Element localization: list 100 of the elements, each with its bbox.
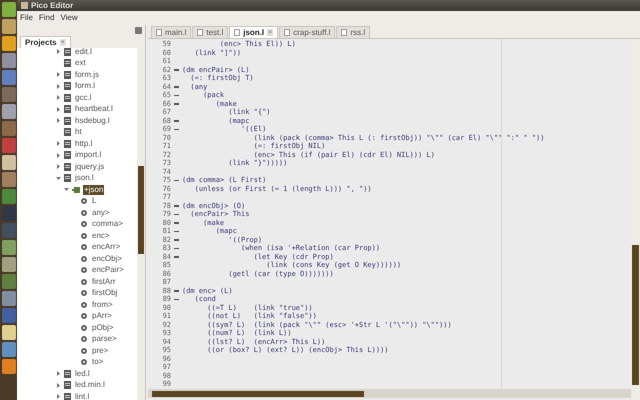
app-launcher-icon[interactable] [2,155,16,170]
tree-item[interactable]: ht [74,127,83,138]
document-icon [64,94,71,102]
tree-item[interactable]: pre> [91,346,110,356]
document-icon [64,151,71,160]
tree-item[interactable]: encArr> [91,242,122,252]
scrollbar-thumb[interactable] [152,390,364,396]
document-icon [64,162,71,171]
tree-item[interactable]: from> [91,300,114,310]
tree-item[interactable]: http.l [74,138,94,149]
tree-item[interactable]: form.js [74,70,100,80]
editor-tab[interactable]: rss.l [336,26,370,38]
tree-item[interactable]: led.l [74,368,91,379]
app-launcher-icon[interactable] [2,104,16,119]
app-launcher-icon[interactable] [2,257,16,272]
tree-item[interactable]: import.l [74,150,102,160]
collapsed-arrow-icon[interactable] [56,382,60,388]
app-launcher-icon[interactable] [2,342,16,357]
expanded-arrow-icon[interactable] [64,187,68,192]
document-icon [64,140,71,148]
app-launcher-icon[interactable] [2,359,16,374]
collapsed-arrow-icon[interactable] [56,394,60,400]
tree-item[interactable]: heartbeat.l [74,104,114,114]
fold-marker-icon[interactable] [174,214,179,215]
scrollbar-thumb[interactable] [138,166,144,254]
fold-marker-icon[interactable] [174,298,179,300]
tree-item[interactable]: jquery.js [74,162,106,172]
app-launcher-icon[interactable] [2,240,16,255]
fold-marker-icon[interactable] [174,69,179,70]
document-icon [64,174,71,182]
tree-item[interactable]: encPair> [91,265,125,276]
tree-item[interactable]: comma> [91,219,124,230]
collapsed-arrow-icon[interactable] [56,141,60,146]
menu-item[interactable]: File [20,13,33,23]
fold-marker-icon[interactable] [174,205,179,206]
tab-label: json.l [243,28,264,38]
collapsed-arrow-icon[interactable] [56,118,60,124]
app-launcher-icon[interactable] [2,325,16,340]
collapsed-arrow-icon[interactable] [56,95,60,100]
tree-item[interactable]: pObj> [91,322,115,333]
fold-marker-icon[interactable] [174,103,179,104]
fold-marker-icon[interactable] [174,120,179,122]
document-icon [64,59,71,68]
collapsed-arrow-icon[interactable] [56,106,60,112]
app-launcher-icon[interactable] [2,53,16,68]
collapsed-arrow-icon[interactable] [56,72,60,78]
tree-item[interactable]: firstArr [91,276,117,287]
fold-marker-icon[interactable] [174,222,179,224]
tree-item[interactable]: +json [83,184,104,195]
editor-tab[interactable]: main.l [151,26,192,38]
tree-item[interactable]: gcc.l [74,92,92,103]
menu-item[interactable]: View [60,13,78,23]
document-icon [341,29,348,36]
tree-item[interactable]: enc> [91,230,111,241]
fold-marker-icon[interactable] [174,239,179,240]
app-launcher-icon[interactable] [2,36,16,51]
editor-tab[interactable]: test.l [192,26,228,38]
scrollbar-thumb[interactable] [632,245,639,385]
app-launcher-icon[interactable] [2,19,16,34]
tree-item[interactable]: pArr> [91,311,113,322]
document-icon [156,29,162,36]
fold-marker-icon[interactable] [174,180,179,181]
expanded-arrow-icon[interactable] [56,176,60,181]
document-icon [64,70,71,79]
tree-item[interactable]: hsdebug.l [74,116,111,126]
tree-item[interactable]: parse> [91,334,118,344]
tab-label: main.l [165,28,186,38]
fold-marker-icon[interactable] [174,290,179,292]
tree-item[interactable]: json.l [74,173,95,184]
fold-marker-icon[interactable] [174,86,179,88]
fold-marker-icon[interactable] [174,256,179,258]
fold-marker-icon[interactable] [174,230,179,232]
document-icon [234,29,240,36]
tab-label: test.l [206,28,224,38]
app-launcher-icon[interactable] [2,291,16,306]
tree-item[interactable]: led.min.l [74,380,106,390]
app-launcher-icon[interactable] [2,2,16,17]
fold-marker-icon[interactable] [174,248,179,249]
document-icon [64,128,71,136]
collapsed-arrow-icon[interactable] [56,84,60,89]
collapsed-arrow-icon[interactable] [56,164,60,170]
document-icon [64,381,71,390]
tree-item[interactable]: form.l [74,81,96,92]
app-launcher-icon[interactable] [2,172,16,187]
editor-tab[interactable]: crap-stuff.l [279,26,336,38]
fold-marker-icon[interactable] [174,128,179,130]
menu-item[interactable]: Find [38,13,54,23]
tree-item[interactable]: lint.l [74,392,90,400]
collapsed-arrow-icon[interactable] [56,49,60,54]
tree-item[interactable]: encObj> [91,254,124,264]
tree-item[interactable]: edit.l [74,48,93,57]
collapsed-arrow-icon[interactable] [56,371,60,376]
tree-item[interactable]: any> [91,208,111,218]
tree-item[interactable]: L [91,196,98,206]
collapsed-arrow-icon[interactable] [56,152,60,158]
tab-label: Projects [25,38,57,48]
tree-item[interactable]: ext [74,58,87,68]
tree-item[interactable]: firstObj [91,288,118,298]
fold-marker-icon[interactable] [174,94,179,96]
tree-item[interactable]: to> [91,357,104,368]
